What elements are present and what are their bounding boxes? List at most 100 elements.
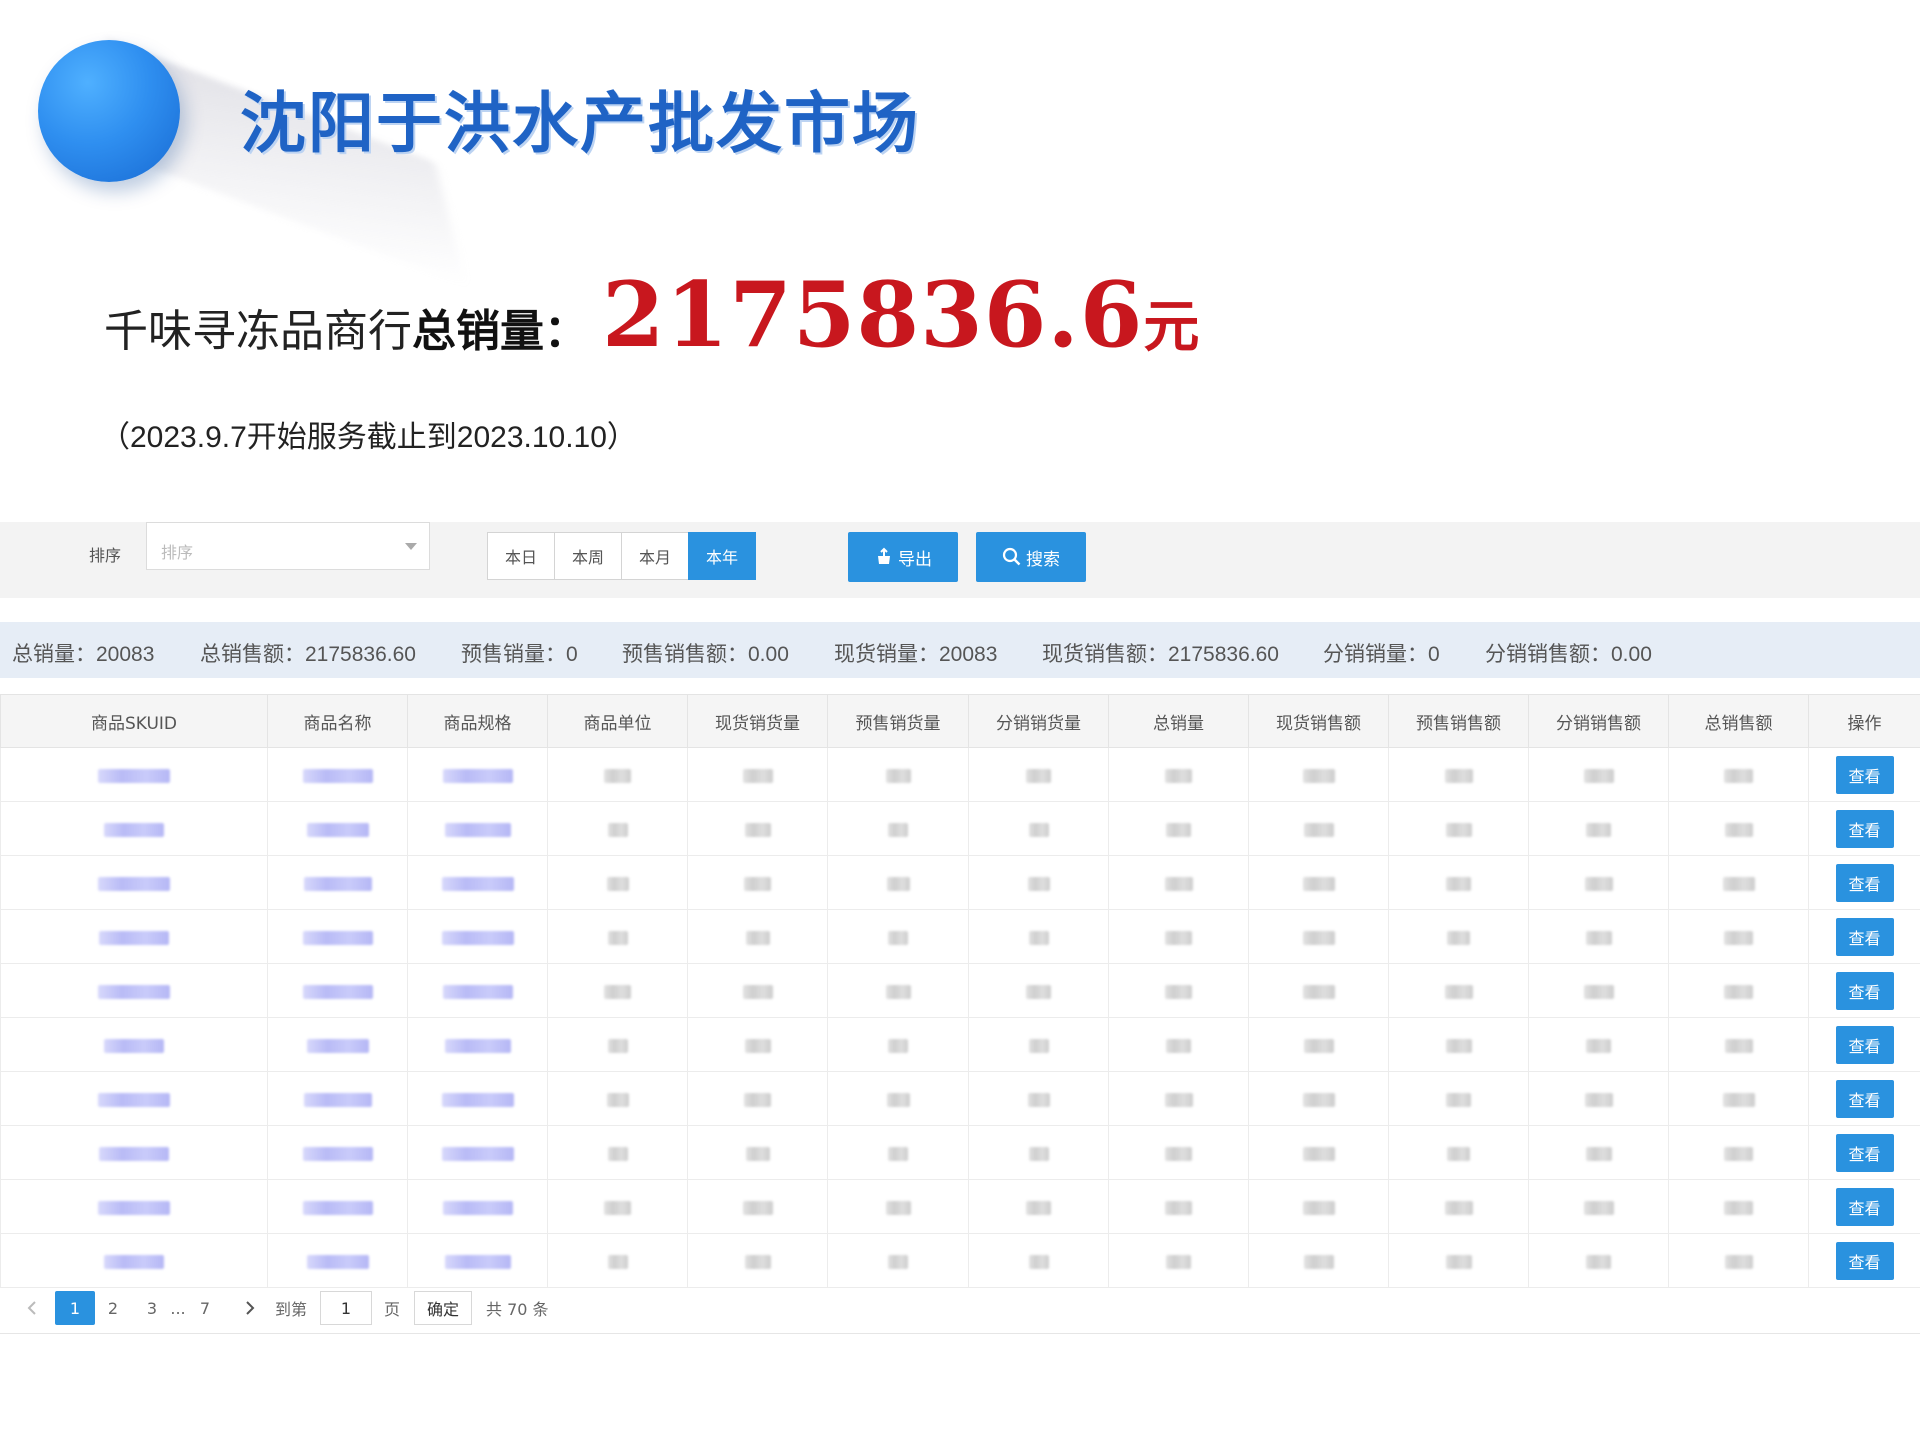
table-row: 查看 bbox=[0, 1233, 1920, 1288]
redacted-cell bbox=[1248, 1179, 1389, 1234]
redacted-cell bbox=[267, 909, 408, 964]
redacted-cell bbox=[1248, 1125, 1389, 1180]
page-7-button[interactable]: 7 bbox=[195, 1291, 215, 1325]
redacted-value bbox=[441, 1092, 514, 1107]
redacted-value bbox=[1585, 930, 1612, 945]
redacted-value bbox=[745, 1146, 770, 1161]
next-page-icon[interactable] bbox=[240, 1291, 260, 1325]
redacted-value bbox=[1444, 768, 1473, 783]
redacted-value bbox=[607, 1146, 628, 1161]
sales-label: 总销量： bbox=[412, 306, 588, 357]
view-button[interactable]: 查看 bbox=[1835, 1025, 1894, 1064]
redacted-cell bbox=[547, 909, 688, 964]
view-button[interactable]: 查看 bbox=[1835, 1079, 1894, 1118]
range-today-button[interactable]: 本日 bbox=[487, 532, 555, 580]
filter-bar: 排序 排序 本日 本周 本月 本年 导出 搜索 bbox=[0, 522, 1920, 598]
view-button[interactable]: 查看 bbox=[1835, 1187, 1894, 1226]
redacted-value bbox=[306, 822, 369, 837]
redacted-cell bbox=[1248, 1017, 1389, 1072]
redacted-cell bbox=[1108, 855, 1249, 910]
range-year-button[interactable]: 本年 bbox=[688, 532, 756, 580]
row-action-cell: 查看 bbox=[1808, 1233, 1920, 1288]
page-1-button[interactable]: 1 bbox=[55, 1291, 95, 1325]
export-button[interactable]: 导出 bbox=[848, 532, 958, 582]
page-3-button[interactable]: 3 bbox=[142, 1291, 162, 1325]
redacted-cell bbox=[1528, 747, 1669, 802]
redacted-cell bbox=[1528, 963, 1669, 1018]
view-button[interactable]: 查看 bbox=[1835, 1241, 1894, 1280]
redacted-cell bbox=[0, 1125, 268, 1180]
redacted-value bbox=[444, 1254, 511, 1269]
redacted-cell bbox=[547, 1179, 688, 1234]
column-header: 商品名称 bbox=[267, 694, 408, 748]
redacted-value bbox=[1583, 1200, 1614, 1215]
view-button[interactable]: 查看 bbox=[1835, 971, 1894, 1010]
redacted-value bbox=[1165, 1146, 1192, 1161]
view-button[interactable]: 查看 bbox=[1835, 1133, 1894, 1172]
range-week-button[interactable]: 本周 bbox=[554, 532, 622, 580]
sales-amount: 2175836.6 bbox=[602, 262, 1144, 368]
goto-confirm-button[interactable]: 确定 bbox=[414, 1291, 472, 1325]
redacted-value bbox=[1446, 1092, 1471, 1107]
redacted-value bbox=[1302, 768, 1335, 783]
redacted-value bbox=[303, 876, 372, 891]
range-month-button[interactable]: 本月 bbox=[621, 532, 689, 580]
goto-page-input[interactable]: 1 bbox=[320, 1291, 372, 1325]
redacted-value bbox=[441, 876, 514, 891]
summary-item-presale-qty: 预售销量：0 bbox=[461, 643, 578, 666]
redacted-value bbox=[1166, 822, 1191, 837]
column-header: 总销量 bbox=[1108, 694, 1249, 748]
redacted-value bbox=[885, 984, 911, 999]
redacted-value bbox=[104, 1254, 164, 1269]
redacted-value bbox=[1028, 930, 1049, 945]
view-button[interactable]: 查看 bbox=[1835, 917, 1894, 956]
column-header: 分销销售额 bbox=[1528, 694, 1669, 748]
view-button[interactable]: 查看 bbox=[1835, 863, 1894, 902]
redacted-value bbox=[1724, 984, 1753, 999]
prev-page-icon[interactable] bbox=[22, 1291, 42, 1325]
redacted-value bbox=[1026, 984, 1051, 999]
redacted-value bbox=[1724, 1254, 1753, 1269]
redacted-cell bbox=[547, 1071, 688, 1126]
decor-circle bbox=[38, 40, 180, 182]
redacted-cell bbox=[267, 1071, 408, 1126]
redacted-value bbox=[745, 930, 770, 945]
page-2-button[interactable]: 2 bbox=[103, 1291, 123, 1325]
table-row: 查看 bbox=[0, 801, 1920, 856]
redacted-value bbox=[1303, 1038, 1334, 1053]
redacted-cell bbox=[1668, 855, 1809, 910]
redacted-cell bbox=[1528, 909, 1669, 964]
redacted-value bbox=[744, 1038, 771, 1053]
total-count: 共 70 条 bbox=[486, 1300, 549, 1319]
redacted-cell bbox=[687, 963, 828, 1018]
redacted-value bbox=[888, 1146, 908, 1161]
redacted-cell bbox=[0, 1179, 268, 1234]
redacted-value bbox=[1027, 1092, 1050, 1107]
redacted-value bbox=[886, 1092, 910, 1107]
view-button[interactable]: 查看 bbox=[1835, 809, 1894, 848]
redacted-cell bbox=[968, 855, 1109, 910]
column-header: 商品规格 bbox=[407, 694, 548, 748]
redacted-value bbox=[1584, 1092, 1613, 1107]
redacted-cell bbox=[1388, 909, 1529, 964]
redacted-cell bbox=[267, 963, 408, 1018]
sort-placeholder: 排序 bbox=[161, 543, 194, 562]
sort-select[interactable]: 排序 bbox=[146, 522, 430, 570]
redacted-value bbox=[1722, 1092, 1755, 1107]
view-button[interactable]: 查看 bbox=[1835, 755, 1894, 794]
redacted-cell bbox=[267, 801, 408, 856]
redacted-cell bbox=[1108, 747, 1249, 802]
redacted-cell bbox=[827, 909, 969, 964]
redacted-value bbox=[607, 822, 628, 837]
redacted-cell bbox=[1108, 1179, 1249, 1234]
redacted-cell bbox=[1248, 747, 1389, 802]
redacted-value bbox=[1026, 768, 1051, 783]
redacted-cell bbox=[1388, 747, 1529, 802]
redacted-cell bbox=[407, 963, 548, 1018]
search-button[interactable]: 搜索 bbox=[976, 532, 1086, 582]
redacted-value bbox=[1724, 1200, 1753, 1215]
redacted-value bbox=[302, 768, 373, 783]
column-header: 商品单位 bbox=[547, 694, 688, 748]
redacted-cell bbox=[1388, 1233, 1529, 1288]
service-period: （2023.9.7开始服务截止到2023.10.10） bbox=[100, 421, 637, 454]
